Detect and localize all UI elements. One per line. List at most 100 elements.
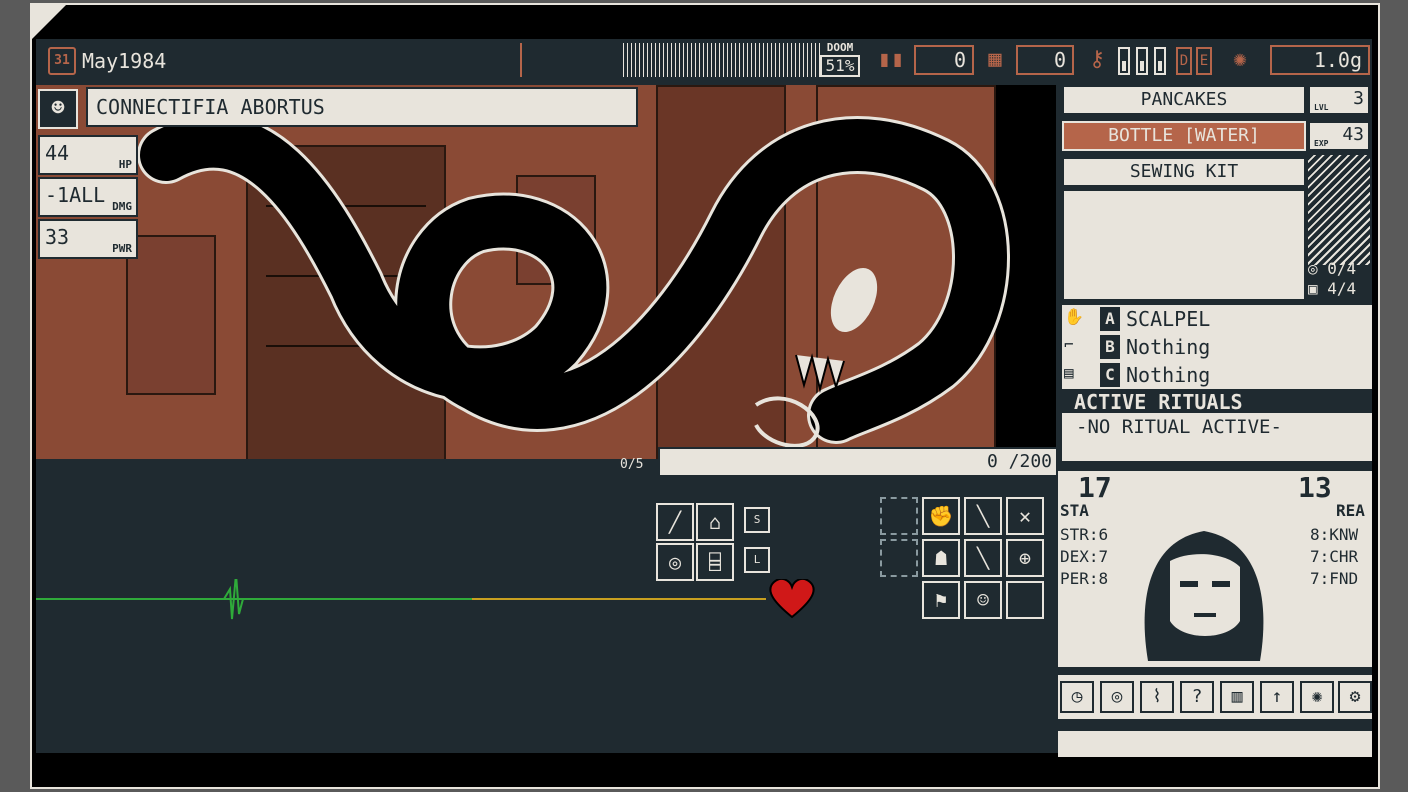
hand-icon: ✋ <box>1064 307 1084 326</box>
reason-label: REA <box>1336 501 1365 520</box>
str-stat: STR:6 <box>1060 525 1109 544</box>
help-icon[interactable]: ? <box>1180 681 1214 713</box>
cap-icon[interactable]: ⌂ <box>696 503 734 541</box>
fist-icon[interactable]: ✊ <box>922 497 960 535</box>
per-stat: PER:8 <box>1060 569 1109 588</box>
inventory-item[interactable]: SEWING KIT <box>1062 157 1306 187</box>
enemy-dmg: -1ALL DMG <box>38 177 138 217</box>
heartbeat-line <box>36 579 815 620</box>
empty-slot <box>880 497 918 535</box>
spell-count: ◎ 0/4 <box>1308 259 1357 278</box>
date-label: May1984 <box>82 49 167 73</box>
active-rituals-header: ACTIVE RITUALS <box>1062 387 1372 414</box>
mask-icon[interactable]: ◎ <box>656 543 694 581</box>
slot-key: B <box>1100 335 1120 359</box>
attack-counter: 0/5 <box>620 457 644 472</box>
funds-count: 0 <box>1016 45 1074 75</box>
ammo-icon: ▮▮ <box>877 47 905 72</box>
save-icon[interactable]: S <box>744 507 770 533</box>
settings-gear-icon[interactable]: ⚙ <box>1338 681 1372 713</box>
slot-key: C <box>1100 363 1120 387</box>
exp-box: EXP 43 <box>1308 121 1370 151</box>
slash-icon[interactable]: ╲ <box>964 497 1002 535</box>
upgrade-icon[interactable]: ↑ <box>1260 681 1294 713</box>
thermometer-icon <box>1136 47 1148 75</box>
game-frame: 31 May1984 DOOM 51% ▮▮ 0 ▦ 0 ⚷ D E ✺ 1.0… <box>30 3 1380 789</box>
chart-icon[interactable]: ⌇ <box>1140 681 1174 713</box>
shrine-icon[interactable]: ⌸ <box>696 543 734 581</box>
bag-count: ▣ 4/4 <box>1308 279 1357 298</box>
help-icon[interactable]: ☺ <box>964 581 1002 619</box>
top-bar: 31 May1984 DOOM 51% ▮▮ 0 ▦ 0 ⚷ D E ✺ 1.0… <box>36 39 1372 81</box>
bag-count-value: 4/4 <box>1327 279 1357 298</box>
enemy-skull-icon[interactable]: ☻ <box>38 89 78 129</box>
thermometer-icon <box>1118 47 1130 75</box>
weapon-name: Nothing <box>1126 335 1211 359</box>
inventory-item[interactable]: PANCAKES <box>1062 85 1306 115</box>
knw-stat: 8:KNW <box>1310 525 1359 544</box>
old-god-icon[interactable]: ✺ <box>1300 681 1334 713</box>
enemy-dmg-label: DMG <box>112 200 132 213</box>
enemy-name: CONNECTIFIA ABORTUS <box>86 87 638 127</box>
enemy-hp: 44 HP <box>38 135 138 175</box>
chr-stat: 7:CHR <box>1310 547 1359 566</box>
enemy-dmg-value: -1ALL <box>45 183 106 207</box>
gun-icon: ⌐ <box>1064 335 1074 354</box>
empty-inventory-slots[interactable] <box>1062 189 1306 301</box>
load-icon[interactable]: L <box>744 547 770 573</box>
weapon-slot-c[interactable]: ▤ C Nothing <box>1062 361 1372 389</box>
dodge-icon[interactable]: ☗ <box>922 539 960 577</box>
right-panel: PANCAKES BOTTLE [WATER] SEWING KIT LVL 3… <box>1058 85 1372 757</box>
dex-stat: DEX:7 <box>1060 547 1109 566</box>
heart-icon <box>769 579 815 619</box>
funds-icon: ▦ <box>988 47 1002 72</box>
stamina-value: 17 <box>1078 471 1112 504</box>
enemy-hp-label: HP <box>118 158 132 171</box>
stamina-label: STA <box>1060 501 1089 520</box>
level-box: LVL 3 <box>1308 85 1370 115</box>
exp-value: 43 <box>1342 124 1364 145</box>
enemy-worm <box>137 112 1010 448</box>
inventory-item-selected[interactable]: BOTTLE [WATER] <box>1062 121 1306 151</box>
empty-slot[interactable] <box>1006 581 1044 619</box>
character-portrait <box>1128 511 1280 661</box>
message-bar <box>1058 731 1372 757</box>
menu-bar: ◷ ◎ ⌇ ? ▥ ↑ ✺ ⚙ <box>1058 675 1372 719</box>
doom-sky-image <box>620 43 820 77</box>
level-label: LVL <box>1314 103 1329 112</box>
exp-label: EXP <box>1314 139 1329 148</box>
fnd-stat: 7:FND <box>1310 569 1359 588</box>
frame-corner <box>32 5 66 39</box>
enemy-pwr-label: PWR <box>112 242 132 255</box>
building-icon[interactable]: ▥ <box>1220 681 1254 713</box>
rune-e-icon: E <box>1196 47 1212 75</box>
weapon-name: Nothing <box>1126 363 1211 387</box>
doom-value: 51% <box>820 55 860 77</box>
enemy-pwr: 33 PWR <box>38 219 138 259</box>
reason-value: 13 <box>1298 471 1332 504</box>
knife-icon[interactable]: ╱ <box>656 503 694 541</box>
old-god-icon[interactable]: ✺ <box>1220 45 1260 75</box>
rune-d-icon: D <box>1176 47 1192 75</box>
divider <box>520 43 522 77</box>
clock-icon[interactable]: ◷ <box>1060 681 1094 713</box>
weapon-slot-b[interactable]: ⌐ B Nothing <box>1062 333 1372 361</box>
enemy-pwr-value: 33 <box>45 225 70 249</box>
scenery-thumbnail <box>1308 155 1370 265</box>
game-screen: 31 May1984 DOOM 51% ▮▮ 0 ▦ 0 ⚷ D E ✺ 1.0… <box>36 39 1372 757</box>
enemy-hp-value: 44 <box>45 141 70 165</box>
enemy-health-bar: 0 /200 <box>658 447 1058 477</box>
run-icon[interactable]: ⚑ <box>922 581 960 619</box>
calendar-icon: 31 <box>48 47 76 75</box>
target-icon[interactable]: ⊕ <box>1006 539 1044 577</box>
spell-count-value: 0/4 <box>1327 259 1357 278</box>
spiral-icon[interactable]: ◎ <box>1100 681 1134 713</box>
stab-icon[interactable]: ╲ <box>964 539 1002 577</box>
level-value: 3 <box>1353 88 1364 109</box>
weapon-slot-a[interactable]: ✋ A SCALPEL <box>1062 305 1372 333</box>
ammo-count: 0 <box>914 45 974 75</box>
key-icon[interactable]: ⚷ <box>1082 45 1112 75</box>
thermometer-icon <box>1154 47 1166 75</box>
cross-blades-icon[interactable]: ✕ <box>1006 497 1044 535</box>
book-icon: ▤ <box>1064 363 1074 382</box>
